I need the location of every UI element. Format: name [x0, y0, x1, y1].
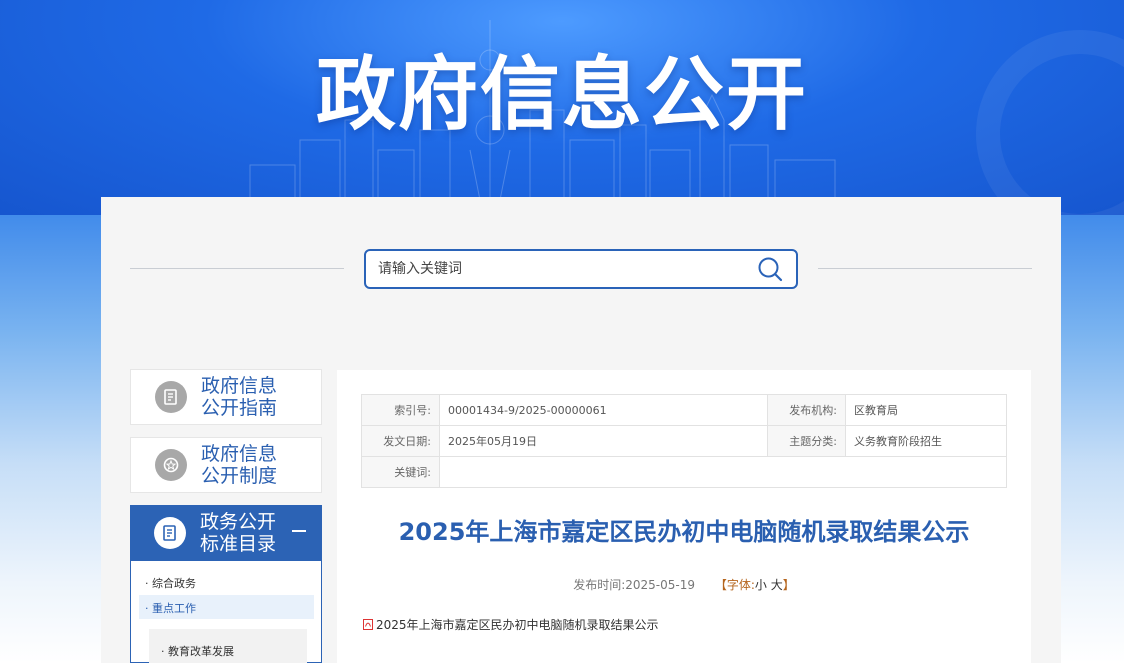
sidebar-item-system[interactable]: 政府信息 公开制度: [130, 437, 322, 493]
font-open: 【字体:: [714, 578, 755, 592]
topic-value: 义务教育阶段招生: [845, 425, 1007, 457]
table-row: 发文日期: 2025年05月19日 主题分类: 义务教育阶段招生: [361, 425, 1007, 457]
font-close: 】: [782, 578, 795, 592]
sidebar-item-label: 政府信息 公开制度: [201, 443, 281, 487]
font-large-button[interactable]: 大: [771, 578, 783, 592]
bullet: ·: [161, 645, 168, 658]
sidebar-item-label-line: 政务公开: [200, 511, 277, 533]
search-divider-left: [130, 268, 344, 269]
publish-prefix: 发布时间:: [573, 578, 626, 592]
bullet: ·: [145, 577, 152, 590]
sub-item-general[interactable]: · 综合政务: [145, 575, 196, 591]
topic-label: 主题分类:: [767, 425, 846, 457]
sidebar-item-label-line: 公开指南: [201, 397, 278, 419]
document-icon: [155, 381, 187, 413]
sidebar-item-label-line: 公开制度: [201, 465, 278, 487]
publish-date: 2025-05-19: [625, 578, 696, 592]
attachment-label: 2025年上海市嘉定区民办初中电脑随机录取结果公示: [376, 618, 659, 632]
attachment-link[interactable]: 2025年上海市嘉定区民办初中电脑随机录取结果公示: [363, 616, 659, 633]
sidebar-item-label: 政府信息 公开指南: [201, 375, 281, 419]
keyword-value: [439, 456, 1007, 488]
pdf-icon: [363, 619, 373, 630]
search-icon: [758, 257, 783, 282]
publisher-label: 发布机构:: [767, 394, 846, 426]
sub-sub-item-label: 教育改革发展: [168, 645, 234, 658]
sidebar-item-label-line: 标准目录: [200, 533, 277, 555]
sub-item-label: 综合政务: [152, 577, 196, 590]
article-content: 索引号: 00001434-9/2025-00000061 发布机构: 区教育局…: [337, 370, 1031, 663]
table-row: 索引号: 00001434-9/2025-00000061 发布机构: 区教育局: [361, 394, 1007, 426]
bullet: ·: [145, 602, 152, 615]
banner-title: 政府信息公开: [316, 48, 808, 141]
header-banner: 政府信息公开: [0, 0, 1124, 215]
badge-icon: [155, 449, 187, 481]
font-size-control: 【字体:小 大】: [715, 578, 795, 592]
search-button[interactable]: [756, 255, 784, 283]
meta-table: 索引号: 00001434-9/2025-00000061 发布机构: 区教育局…: [361, 394, 1007, 488]
sub-sub-item-education-reform[interactable]: · 教育改革发展: [149, 629, 307, 663]
sidebar-item-label-line: 政府信息: [201, 375, 278, 397]
sidebar-item-label: 政务公开 标准目录: [200, 511, 280, 555]
search-divider-right: [818, 268, 1032, 269]
table-row: 关键词:: [361, 456, 1007, 488]
article-title: 2025年上海市嘉定区民办初中电脑随机录取结果公示: [398, 518, 970, 546]
search-input[interactable]: [378, 261, 756, 277]
sidebar-sub-list: · 综合政务 · 重点工作 · 教育改革发展: [130, 561, 322, 663]
publish-info: 发布时间:2025-05-19 【字体:小 大】: [337, 576, 1031, 593]
index-value: 00001434-9/2025-00000061: [439, 394, 768, 426]
sidebar-item-guide[interactable]: 政府信息 公开指南: [130, 369, 322, 425]
publisher-value: 区教育局: [845, 394, 1007, 426]
document-icon: [154, 517, 186, 549]
sub-item-key-work[interactable]: · 重点工作: [139, 595, 314, 619]
sub-item-label: 重点工作: [152, 602, 196, 615]
sidebar-item-label-line: 政府信息: [201, 443, 278, 465]
keyword-label: 关键词:: [361, 456, 440, 488]
collapse-icon[interactable]: [292, 530, 306, 532]
index-label: 索引号:: [361, 394, 440, 426]
search-box: [364, 249, 798, 289]
date-label: 发文日期:: [361, 425, 440, 457]
date-value: 2025年05月19日: [439, 425, 768, 457]
font-small-button[interactable]: 小: [755, 578, 767, 592]
sidebar-item-standard-catalog[interactable]: 政务公开 标准目录: [130, 505, 322, 561]
